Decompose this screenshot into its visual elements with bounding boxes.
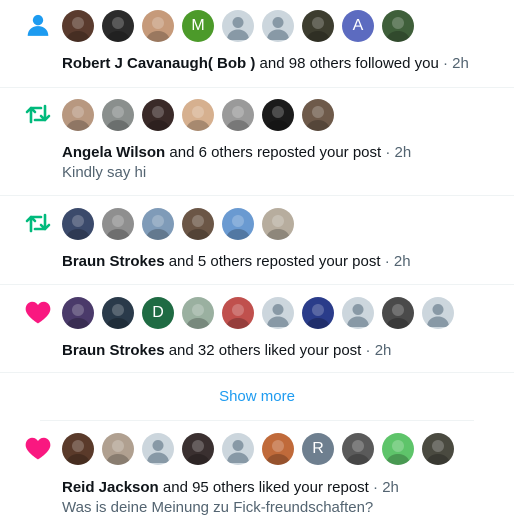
- avatar[interactable]: [142, 99, 174, 131]
- avatar[interactable]: [222, 208, 254, 240]
- avatar-row: R: [62, 433, 454, 465]
- post-preview: Kindly say hi: [62, 164, 147, 181]
- avatar-row: MA: [62, 10, 414, 42]
- repost-icon: [23, 208, 53, 238]
- actor-name[interactable]: Reid Jackson: [62, 479, 159, 496]
- timestamp: 2h: [393, 253, 411, 270]
- timestamp: 2h: [374, 342, 392, 359]
- heart-icon: [23, 433, 53, 463]
- person-icon: [23, 10, 53, 40]
- avatar[interactable]: [302, 297, 334, 329]
- avatar[interactable]: [262, 208, 294, 240]
- avatar[interactable]: [222, 297, 254, 329]
- actor-name[interactable]: Robert J Cavanaugh( Bob ): [62, 55, 255, 72]
- default-avatar-icon[interactable]: [342, 297, 374, 329]
- avatar[interactable]: [422, 433, 454, 465]
- avatar[interactable]: [142, 10, 174, 42]
- avatar[interactable]: [382, 297, 414, 329]
- time-separator: ·: [361, 342, 375, 359]
- notification-like[interactable]: D Braun Strokes and 32 others liked your…: [0, 285, 514, 373]
- avatar-initial[interactable]: A: [342, 10, 374, 42]
- avatar-initial[interactable]: D: [142, 297, 174, 329]
- default-avatar-icon[interactable]: [262, 10, 294, 42]
- default-avatar-icon[interactable]: [222, 10, 254, 42]
- avatar[interactable]: [182, 297, 214, 329]
- time-separator: ·: [368, 479, 383, 496]
- avatar[interactable]: [62, 99, 94, 131]
- notification-repost[interactable]: Angela Wilson and 6 others reposted your…: [0, 88, 514, 196]
- avatar[interactable]: [182, 208, 214, 240]
- notification-action: and 6 others reposted your post: [165, 144, 382, 161]
- notification-follow[interactable]: MA Robert J Cavanaugh( Bob ) and 98 othe…: [0, 0, 514, 88]
- timestamp: 2h: [382, 479, 399, 496]
- avatar[interactable]: [62, 208, 94, 240]
- avatar[interactable]: [62, 10, 94, 42]
- avatar[interactable]: [302, 10, 334, 42]
- avatar[interactable]: [102, 208, 134, 240]
- default-avatar-icon[interactable]: [142, 433, 174, 465]
- notification-text: Angela Wilson and 6 others reposted your…: [62, 143, 411, 163]
- notification-text: Braun Strokes and 32 others liked your p…: [62, 341, 391, 361]
- notification-action: and 5 others reposted your post: [164, 253, 381, 270]
- notification-text: Reid Jackson and 95 others liked your re…: [62, 478, 399, 498]
- avatar[interactable]: [182, 99, 214, 131]
- show-more-link[interactable]: Show more: [40, 373, 474, 421]
- notifications-feed: MA Robert J Cavanaugh( Bob ) and 98 othe…: [0, 0, 514, 531]
- avatar[interactable]: [62, 297, 94, 329]
- timestamp: 2h: [394, 144, 412, 161]
- avatar[interactable]: [142, 208, 174, 240]
- avatar-row: [62, 208, 294, 240]
- notification-like[interactable]: R Reid Jackson and 95 others liked your …: [0, 421, 514, 531]
- avatar[interactable]: [102, 297, 134, 329]
- time-separator: ·: [438, 55, 453, 72]
- repost-icon: [23, 99, 53, 129]
- actor-name[interactable]: Braun Strokes: [62, 253, 165, 270]
- actor-name[interactable]: Braun Strokes: [62, 342, 165, 359]
- default-avatar-icon[interactable]: [262, 297, 294, 329]
- avatar[interactable]: [102, 10, 134, 42]
- avatar[interactable]: [262, 99, 294, 131]
- notification-action: and 98 others followed you: [255, 55, 439, 72]
- default-avatar-icon[interactable]: [422, 297, 454, 329]
- avatar[interactable]: [102, 99, 134, 131]
- time-separator: ·: [381, 144, 395, 161]
- time-separator: ·: [380, 253, 394, 270]
- avatar[interactable]: [102, 433, 134, 465]
- avatar[interactable]: [222, 99, 254, 131]
- timestamp: 2h: [452, 55, 469, 72]
- heart-icon: [23, 297, 53, 327]
- avatar[interactable]: [342, 433, 374, 465]
- avatar-initial[interactable]: M: [182, 10, 214, 42]
- notification-text: Braun Strokes and 5 others reposted your…: [62, 252, 411, 272]
- notification-text: Robert J Cavanaugh( Bob ) and 98 others …: [62, 54, 469, 74]
- avatar[interactable]: [382, 10, 414, 42]
- avatar[interactable]: [62, 433, 94, 465]
- avatar-row: D: [62, 297, 454, 329]
- avatar[interactable]: [382, 433, 414, 465]
- notification-action: and 95 others liked your repost: [158, 479, 369, 496]
- notification-action: and 32 others liked your post: [164, 342, 362, 359]
- notification-repost[interactable]: Braun Strokes and 5 others reposted your…: [0, 196, 514, 285]
- default-avatar-icon[interactable]: [222, 433, 254, 465]
- avatar[interactable]: [182, 433, 214, 465]
- actor-name[interactable]: Angela Wilson: [62, 144, 165, 161]
- avatar[interactable]: [262, 433, 294, 465]
- avatar-initial[interactable]: R: [302, 433, 334, 465]
- avatar[interactable]: [302, 99, 334, 131]
- avatar-row: [62, 99, 334, 131]
- post-preview: Was is deine Meinung zu Fick-freundschaf…: [62, 499, 374, 516]
